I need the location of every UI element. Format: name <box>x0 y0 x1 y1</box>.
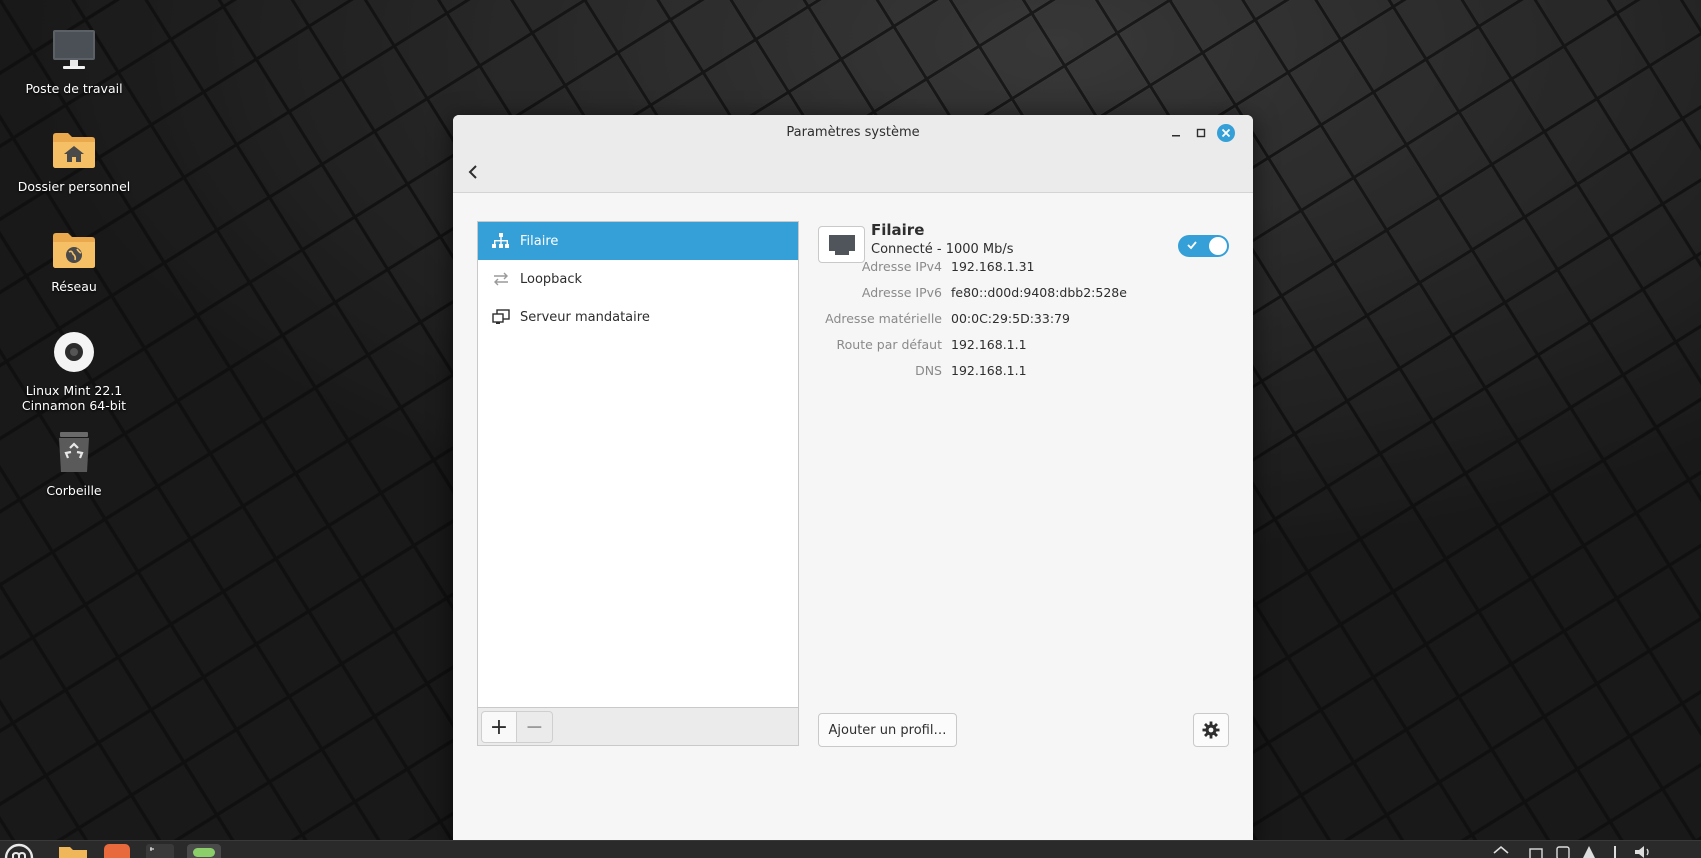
add-connection-button[interactable]: + <box>481 711 517 743</box>
info-row-gateway: Route par défaut 192.168.1.1 <box>813 337 1243 357</box>
connection-settings-button[interactable] <box>1193 713 1229 747</box>
disc-icon <box>9 330 139 377</box>
settings-launcher-icon[interactable] <box>187 844 221 858</box>
gear-icon <box>1202 721 1220 739</box>
list-item-label: Serveur mandataire <box>520 309 650 325</box>
list-toolbar: + − <box>478 707 798 745</box>
info-value: 192.168.1.1 <box>951 337 1027 352</box>
clipboard-icon[interactable] <box>1556 844 1570 858</box>
maximize-icon <box>1196 128 1206 138</box>
close-button[interactable] <box>1215 122 1237 144</box>
proxy-icon <box>491 308 511 326</box>
add-profile-button[interactable]: Ajouter un profil… <box>818 713 957 747</box>
info-row-ipv4: Adresse IPv4 192.168.1.31 <box>813 259 1243 279</box>
list-item-label: Loopback <box>520 271 583 287</box>
power-icon[interactable] <box>1608 844 1622 858</box>
info-row-mac: Adresse matérielle 00:0C:29:5D:33:79 <box>813 311 1243 331</box>
wired-network-icon <box>491 232 511 250</box>
list-item-label: Filaire <box>520 233 559 249</box>
taskbar <box>0 840 1701 858</box>
info-value: fe80::d00d:9408:dbb2:528e <box>951 285 1127 300</box>
monitor-icon <box>9 28 139 75</box>
terminal-icon[interactable] <box>146 844 174 858</box>
loopback-arrows-icon <box>491 270 511 288</box>
info-value: 00:0C:29:5D:33:79 <box>951 311 1070 326</box>
desktop-icon-install-disc[interactable]: Linux Mint 22.1 Cinnamon 64-bit <box>9 330 139 413</box>
desktop-icon-label: Poste de travail <box>25 81 123 96</box>
system-settings-window: Paramètres système Filaire Loopback Serv… <box>453 115 1253 850</box>
list-item-wired[interactable]: Filaire <box>478 222 798 260</box>
trash-icon <box>9 430 139 477</box>
window-title: Paramètres système <box>786 125 920 140</box>
list-item-proxy[interactable]: Serveur mandataire <box>478 298 798 336</box>
checkmark-icon <box>1187 241 1197 250</box>
info-key: Adresse IPv6 <box>861 285 942 300</box>
network-status-icon[interactable] <box>1493 844 1509 858</box>
volume-icon[interactable] <box>1634 844 1652 858</box>
device-name: Filaire <box>871 221 925 239</box>
connection-toggle[interactable] <box>1178 235 1229 257</box>
toggle-knob <box>1209 237 1227 255</box>
minimize-icon <box>1172 135 1180 137</box>
desktop-icon-label: Dossier personnel <box>17 179 131 194</box>
info-value: 192.168.1.31 <box>951 259 1035 274</box>
chevron-left-icon <box>468 165 477 179</box>
desktop-icon-label: Linux Mint 22.1 Cinnamon 64-bit <box>21 383 127 413</box>
device-status: Connecté - 1000 Mb/s <box>871 242 1014 257</box>
files-launcher-icon[interactable] <box>58 844 88 858</box>
ethernet-port-icon <box>818 226 865 263</box>
desktop-icon-network[interactable]: Réseau <box>9 230 139 294</box>
info-key: Adresse IPv4 <box>861 259 942 274</box>
minimize-button[interactable] <box>1165 122 1187 144</box>
desktop-icon-computer[interactable]: Poste de travail <box>9 28 139 96</box>
desktop-icon-label: Corbeille <box>46 483 102 498</box>
connection-list: Filaire Loopback Serveur mandataire + − <box>477 221 799 746</box>
desktop-icon-trash[interactable]: Corbeille <box>9 430 139 498</box>
info-row-ipv6: Adresse IPv6 fe80::d00d:9408:dbb2:528e <box>813 285 1243 305</box>
mint-menu-icon[interactable] <box>4 843 34 858</box>
desktop-icon-home[interactable]: Dossier personnel <box>9 130 139 194</box>
info-key: DNS <box>915 363 942 378</box>
home-folder-icon <box>9 130 139 173</box>
list-item-loopback[interactable]: Loopback <box>478 260 798 298</box>
info-value: 192.168.1.1 <box>951 363 1027 378</box>
info-key: Adresse matérielle <box>825 311 942 326</box>
software-manager-icon[interactable] <box>104 844 130 858</box>
network-folder-icon <box>9 230 139 273</box>
window-titlebar[interactable]: Paramètres système <box>453 115 1253 193</box>
maximize-button[interactable] <box>1190 122 1212 144</box>
back-button[interactable] <box>459 158 487 186</box>
desktop-icon-label: Réseau <box>51 279 97 294</box>
close-icon <box>1217 124 1235 142</box>
info-row-dns: DNS 192.168.1.1 <box>813 363 1243 383</box>
remove-connection-button[interactable]: − <box>517 711 553 743</box>
update-icon[interactable] <box>1582 844 1596 858</box>
info-key: Route par défaut <box>836 337 942 352</box>
tray-icon[interactable] <box>1528 844 1544 858</box>
